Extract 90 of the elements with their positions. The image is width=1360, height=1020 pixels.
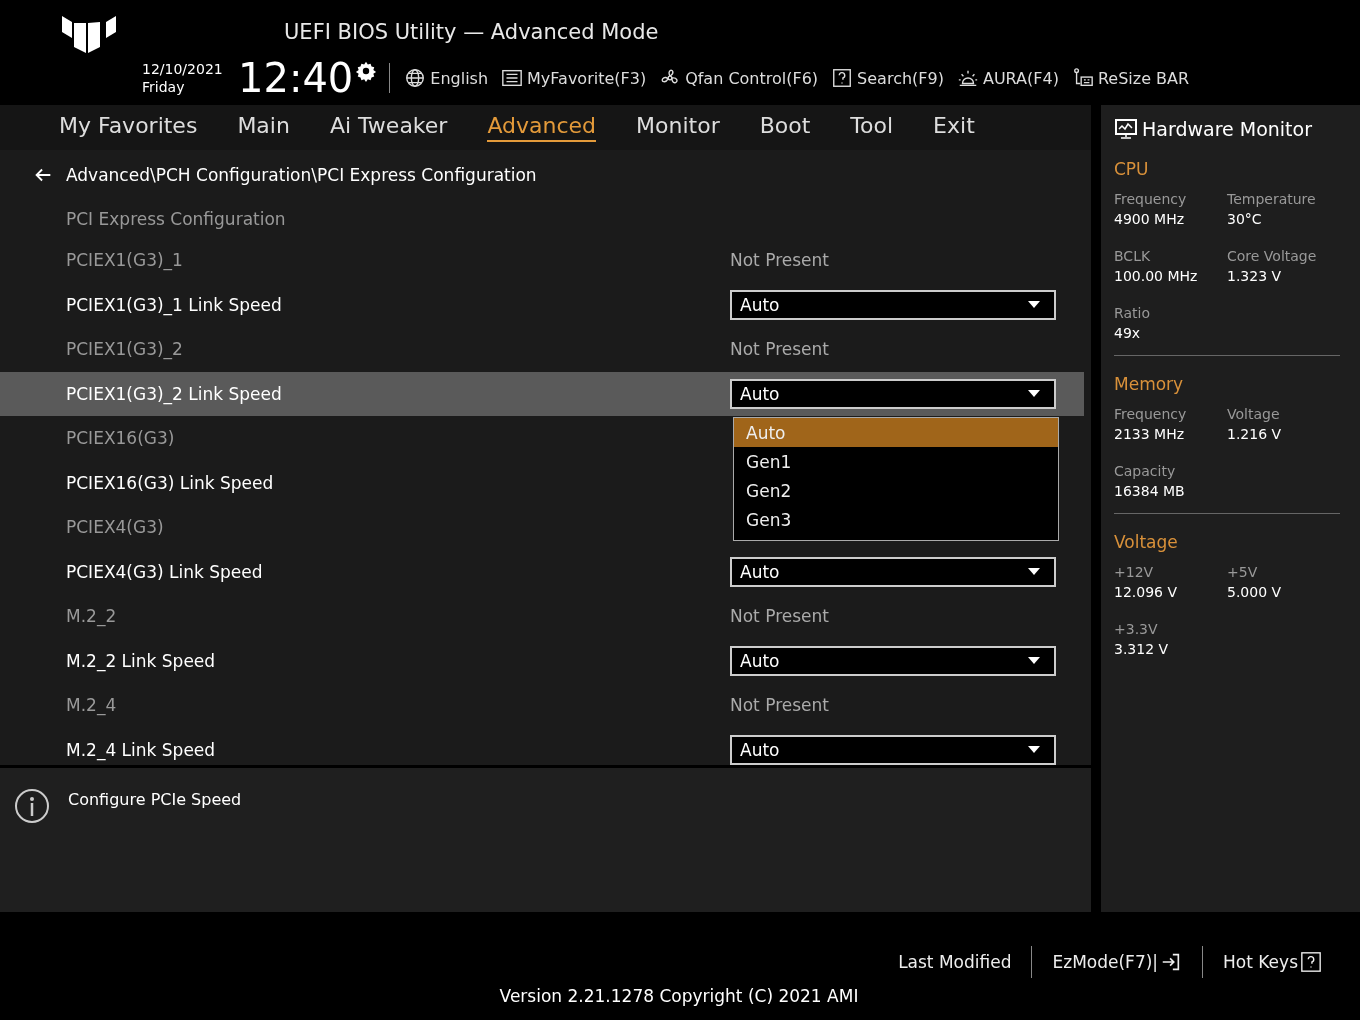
dropdown-option[interactable]: Gen3 <box>734 505 1058 534</box>
menu-tab[interactable]: My Favorites <box>59 113 198 142</box>
section-title: CPU <box>1114 158 1150 181</box>
setting-label: PCIEX16(G3) Link Speed <box>66 472 275 493</box>
reading-value: 3.312 V <box>1114 641 1170 657</box>
reading-value: 1.323 V <box>1227 268 1283 284</box>
setting-label: PCIEX1(G3)_2 <box>66 339 184 360</box>
reading-value: 2133 MHz <box>1114 426 1186 442</box>
chip-icon <box>1071 67 1094 89</box>
menu-tab[interactable]: Tool <box>850 113 894 142</box>
caret-icon <box>1028 746 1040 754</box>
caret-icon <box>1028 301 1040 309</box>
dropdown-option[interactable]: Gen1 <box>734 447 1058 476</box>
toolbar-button[interactable]: English <box>404 67 489 89</box>
footer-button[interactable]: Last Modified <box>878 952 1032 972</box>
reading-label: BCLK <box>1114 248 1152 264</box>
panel-title: Hardware Monitor <box>1142 118 1312 140</box>
help-icon <box>831 67 854 89</box>
setting-label: PCIEX16(G3) <box>66 428 176 449</box>
reading-label: Ratio <box>1114 305 1151 321</box>
dropdown-option[interactable]: Gen2 <box>734 476 1058 505</box>
reading-value: 1.216 V <box>1227 426 1283 442</box>
reading-value: 30°C <box>1227 211 1263 227</box>
reading-label: +3.3V <box>1114 621 1159 637</box>
reading-label: Voltage <box>1227 406 1281 422</box>
setting-label: PCIEX1(G3)_1 <box>66 250 184 271</box>
toolbar-button[interactable]: ReSize BAR <box>1071 67 1190 89</box>
dropdown-option[interactable]: Auto <box>734 418 1058 447</box>
dropdown-field[interactable]: Auto <box>730 734 1056 765</box>
menu-tab[interactable]: Monitor <box>636 113 720 142</box>
status-text: Not Present <box>730 339 829 360</box>
status-text: Not Present <box>730 606 829 627</box>
footer-button[interactable]: EzMode(F7)| <box>1032 951 1203 973</box>
caret-icon <box>1028 568 1040 576</box>
clock-time: 12:40 <box>238 56 354 100</box>
setting-label: PCIEX4(G3) Link Speed <box>66 561 264 582</box>
dropdown-field[interactable]: Auto <box>730 378 1056 409</box>
reading-label: Core Voltage <box>1227 248 1318 264</box>
setting-label: PCIEX1(G3)_2 Link Speed <box>66 383 283 404</box>
reading-label: Frequency <box>1114 406 1188 422</box>
globe-icon <box>404 67 427 89</box>
section-heading: PCI Express Configuration <box>65 208 287 231</box>
setting-label: PCIEX1(G3)_1 Link Speed <box>66 294 283 315</box>
reading-value: 4900 MHz <box>1114 211 1186 227</box>
reading-label: +12V <box>1114 564 1155 580</box>
footer-button[interactable]: Hot Keys <box>1203 951 1342 973</box>
caret-icon <box>1028 657 1040 665</box>
status-text: Not Present <box>730 250 829 271</box>
reading-value: 16384 MB <box>1114 483 1186 499</box>
monitor-icon <box>1114 117 1138 141</box>
toolbar-button[interactable]: Search(F9) <box>831 67 944 89</box>
day-text: Friday <box>142 78 186 96</box>
reading-label: +5V <box>1227 564 1259 580</box>
toolbar-button[interactable]: AURA(F4) <box>956 67 1059 89</box>
dropdown-field[interactable]: Auto <box>730 556 1056 587</box>
version-text: Version 2.21.1278 Copyright (C) 2021 AMI <box>499 986 859 1006</box>
setting-label: M.2_2 Link Speed <box>66 650 217 671</box>
date-text: 12/10/2021 <box>142 60 224 78</box>
reading-value: 12.096 V <box>1114 584 1178 600</box>
dropdown-field[interactable]: Auto <box>730 645 1056 676</box>
breadcrumb-path: Advanced\PCH Configuration\PCI Express Configuration <box>66 165 537 185</box>
status-text: Not Present <box>730 695 829 716</box>
reading-value: 100.00 MHz <box>1114 268 1199 284</box>
menu-tab[interactable]: Ai Tweaker <box>329 113 448 142</box>
menu-tab[interactable]: Advanced <box>487 113 597 142</box>
section-title: Memory <box>1114 373 1185 396</box>
settings-icon <box>355 60 378 82</box>
help-icon <box>1300 951 1322 973</box>
toolbar-button[interactable]: Qfan Control(F6) <box>659 67 819 89</box>
menu-tab[interactable]: Boot <box>759 113 811 142</box>
section-title: Voltage <box>1114 531 1179 554</box>
reading-label: Temperature <box>1227 191 1317 207</box>
row-highlight[interactable]: PCIEX1(G3)_2 Link Speed Auto <box>0 371 1084 416</box>
reading-label: Frequency <box>1114 191 1188 207</box>
dropdown-field[interactable]: Auto <box>730 289 1056 320</box>
info-icon <box>14 788 50 824</box>
setting-label: M.2_2 <box>66 606 118 627</box>
reading-value: 5.000 V <box>1227 584 1283 600</box>
window-title: UEFI BIOS Utility — Advanced Mode <box>284 20 660 46</box>
reading-label: Capacity <box>1114 463 1177 479</box>
setting-label: PCIEX4(G3) <box>66 517 165 538</box>
setting-label: M.2_4 <box>66 695 118 716</box>
list-icon <box>501 67 524 89</box>
caret-icon <box>1028 390 1040 398</box>
setting-label: M.2_4 Link Speed <box>66 739 217 760</box>
help-text: Configure PCIe Speed <box>68 790 242 811</box>
reading-value: 49x <box>1114 325 1142 341</box>
menu-tab[interactable]: Exit <box>933 113 975 142</box>
toolbar-button[interactable]: MyFavorite(F3) <box>501 67 647 89</box>
menu-tab[interactable]: Main <box>237 113 290 142</box>
